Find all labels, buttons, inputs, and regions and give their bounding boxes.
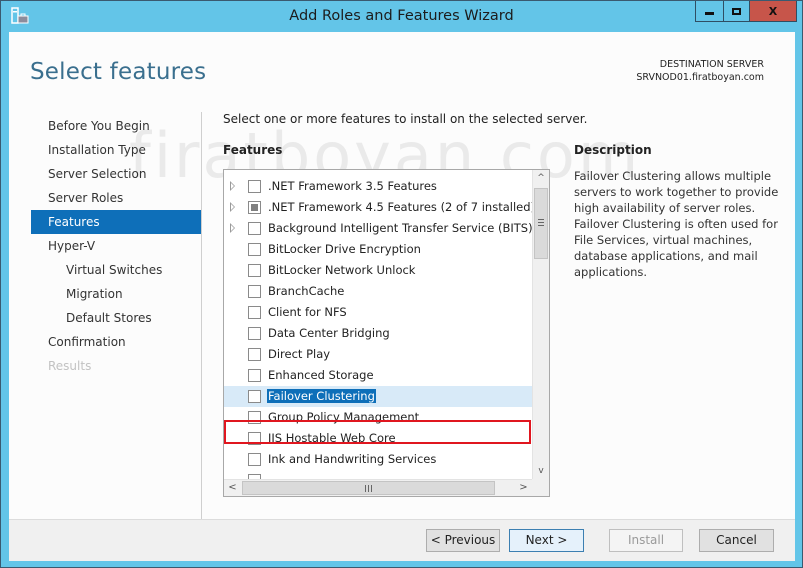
feature-row[interactable]: Direct Play [224,344,532,365]
close-button[interactable]: X [750,1,796,21]
cancel-button[interactable]: Cancel [699,529,774,552]
minimize-icon [705,11,714,15]
feature-label: .NET Framework 4.5 Features (2 of 7 inst… [268,200,536,214]
feature-row[interactable]: Group Policy Management [224,407,532,428]
feature-checkbox[interactable] [248,222,261,235]
wizard-window: Add Roles and Features Wizard X firatboy… [0,0,803,568]
feature-label: Direct Play [268,347,331,361]
feature-checkbox[interactable] [248,411,261,424]
nav-item-results: Results [48,359,92,373]
feature-checkbox-partial[interactable] [248,201,261,214]
feature-label: Group Policy Management [268,410,420,424]
feature-label: .NET Framework 3.5 Features [268,179,437,193]
page-title: Select features [30,59,207,85]
feature-checkbox[interactable] [248,243,261,256]
description-heading: Description [574,143,652,157]
maximize-button[interactable] [724,1,750,21]
destination-server-name: SRVNOD01.firatboyan.com [636,72,764,83]
feature-row-selected[interactable]: Failover Clustering [224,386,532,407]
feature-checkbox[interactable] [248,327,261,340]
feature-row[interactable]: BranchCache [224,281,532,302]
destination-server-info: DESTINATION SERVER SRVNOD01.firatboyan.c… [636,58,764,84]
expand-arrow-icon[interactable] [230,202,235,212]
grip-line [538,219,544,220]
nav-item-before-you-begin[interactable]: Before You Begin [31,114,201,138]
vertical-scroll-thumb[interactable] [534,188,548,259]
feature-label: BitLocker Network Unlock [268,263,416,277]
nav-item-server-roles[interactable]: Server Roles [31,186,201,210]
feature-checkbox[interactable] [248,306,261,319]
nav-item-confirmation[interactable]: Confirmation [31,330,201,354]
grip-line [368,485,369,492]
feature-label: BranchCache [268,284,345,298]
grip-line [371,485,372,492]
feature-row[interactable]: Client for NFS [224,302,532,323]
expand-arrow-icon[interactable] [230,223,235,233]
wizard-client-area: firatboyan.com Select features DESTINATI… [9,32,795,561]
feature-row[interactable]: Ink and Handwriting Services [224,449,532,470]
feature-row[interactable]: Background Intelligent Transfer Service … [224,218,533,239]
feature-label: IIS Hostable Web Core [268,431,396,445]
feature-checkbox[interactable] [248,180,261,193]
expand-arrow-icon[interactable] [230,181,235,191]
features-list[interactable]: .NET Framework 3.5 Features .NET Framewo… [223,169,550,497]
previous-button[interactable]: < Previous [426,529,500,552]
nav-item-virtual-switches[interactable]: Virtual Switches [31,258,201,282]
nav-item-features[interactable]: Features [31,210,201,234]
destination-server-label: DESTINATION SERVER [659,59,764,70]
feature-label: Failover Clustering [267,389,376,403]
feature-row[interactable]: BitLocker Drive Encryption [224,239,532,260]
instruction-text: Select one or more features to install o… [223,112,588,126]
scroll-right-button[interactable]: > [515,480,532,496]
feature-checkbox[interactable] [248,390,261,403]
maximize-icon [732,7,741,15]
next-button[interactable]: Next > [509,529,584,552]
feature-checkbox[interactable] [248,432,261,445]
grip-line [538,222,544,223]
feature-checkbox[interactable] [248,264,261,277]
feature-row[interactable]: IIS Hostable Web Core [224,428,532,449]
nav-item-server-selection[interactable]: Server Selection [31,162,201,186]
wizard-nav: Before You Begin Installation Type Serve… [31,114,201,378]
feature-row[interactable]: BitLocker Network Unlock [224,260,532,281]
features-rows: .NET Framework 3.5 Features .NET Framewo… [224,176,536,491]
feature-label: Background Intelligent Transfer Service … [268,221,533,235]
feature-label: Enhanced Storage [268,368,374,382]
window-controls: X [695,1,797,22]
nav-divider [201,112,202,525]
feature-checkbox[interactable] [248,369,261,382]
scroll-up-button[interactable]: ^ [533,170,549,187]
scroll-left-button[interactable]: < [224,480,241,496]
title-bar[interactable]: Add Roles and Features Wizard X [1,1,802,32]
close-icon: X [768,4,778,18]
feature-checkbox[interactable] [248,453,261,466]
minimize-button[interactable] [696,1,724,21]
feature-label: Data Center Bridging [268,326,390,340]
grip-line [538,225,544,226]
scrollbar-corner [532,479,549,496]
vertical-scrollbar[interactable]: ^ v [532,170,549,480]
feature-label: BitLocker Drive Encryption [268,242,421,256]
install-button: Install [609,529,683,552]
nav-item-migration[interactable]: Migration [31,282,201,306]
feature-row[interactable]: Data Center Bridging [224,323,532,344]
feature-label: Ink and Handwriting Services [268,452,437,466]
features-heading: Features [223,143,283,157]
horizontal-scrollbar[interactable]: < > [224,479,532,496]
horizontal-scroll-thumb[interactable] [242,481,495,495]
nav-item-default-stores[interactable]: Default Stores [31,306,201,330]
description-text: Failover Clustering allows multiple serv… [574,169,779,279]
window-title: Add Roles and Features Wizard [289,8,514,24]
feature-row[interactable]: .NET Framework 4.5 Features (2 of 7 inst… [224,197,536,218]
feature-checkbox[interactable] [248,285,261,298]
scroll-down-button[interactable]: v [533,463,549,480]
feature-label: Client for NFS [268,305,347,319]
feature-row[interactable]: Enhanced Storage [224,365,532,386]
nav-item-installation-type[interactable]: Installation Type [31,138,201,162]
feature-row[interactable]: .NET Framework 3.5 Features [224,176,532,197]
wizard-footer: < Previous Next > Install Cancel [9,519,795,561]
feature-checkbox[interactable] [248,348,261,361]
grip-line [365,485,366,492]
nav-item-hyper-v[interactable]: Hyper-V [31,234,201,258]
